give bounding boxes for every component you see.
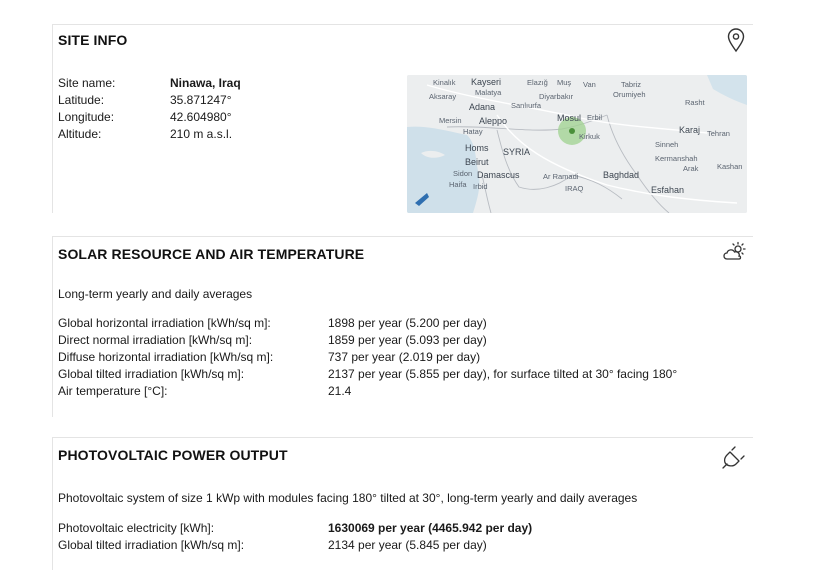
map-label-adana: Adana xyxy=(469,102,495,112)
map-label-mus: Muş xyxy=(557,78,571,87)
pv-output-section: PHOTOVOLTAIC POWER OUTPUT Photovoltaic s… xyxy=(52,437,753,570)
map-label-sanliurfa: Sanlıurfa xyxy=(511,101,542,110)
map-label-kirkuk: Kirkuk xyxy=(579,132,600,141)
map-label-aleppo: Aleppo xyxy=(479,116,507,126)
map-label-kinalik: Kinalık xyxy=(433,78,456,87)
map-label-haifa: Haifa xyxy=(449,180,467,189)
altitude-value: 210 m a.s.l. xyxy=(170,127,233,141)
site-info-title: SITE INFO xyxy=(58,32,128,48)
dni-value: 1859 per year (5.093 per day) xyxy=(328,333,487,347)
latitude-value: 35.871247° xyxy=(170,93,232,107)
altitude-label: Altitude: xyxy=(58,127,102,141)
longitude-label: Longitude: xyxy=(58,110,115,124)
longitude-value: 42.604980° xyxy=(170,110,232,124)
location-pin-icon xyxy=(725,27,747,58)
dif-value: 737 per year (2.019 per day) xyxy=(328,350,481,364)
latitude-label: Latitude: xyxy=(58,93,105,107)
solar-resource-section: SOLAR RESOURCE AND AIR TEMPERATURE Long-… xyxy=(52,236,753,417)
pv-subtitle: Photovoltaic system of size 1 kWp with m… xyxy=(58,491,638,505)
map-label-irbid: Irbid xyxy=(473,182,488,191)
site-name-label: Site name: xyxy=(58,76,116,90)
ghi-label: Global horizontal irradiation [kWh/sq m]… xyxy=(58,316,271,330)
map-label-iraq: IRAQ xyxy=(565,184,584,193)
gti-label: Global tilted irradiation [kWh/sq m]: xyxy=(58,367,245,381)
map-label-sinneh: Sinneh xyxy=(655,140,678,149)
map-label-kashan: Kashan xyxy=(717,162,742,171)
pv-output-title: PHOTOVOLTAIC POWER OUTPUT xyxy=(58,447,288,463)
solar-subtitle: Long-term yearly and daily averages xyxy=(58,287,253,301)
map-label-mosul: Mosul xyxy=(557,113,581,123)
map-label-beirut: Beirut xyxy=(465,157,489,167)
pv-electricity-label: Photovoltaic electricity [kWh]: xyxy=(58,521,215,535)
map-label-esfahan: Esfahan xyxy=(651,185,684,195)
map-label-erbil: Erbil xyxy=(587,113,602,122)
map-label-homs: Homs xyxy=(465,143,489,153)
pv-gti-value: 2134 per year (5.845 per day) xyxy=(328,538,487,552)
map-label-syria: SYRIA xyxy=(503,147,530,157)
dif-label: Diffuse horizontal irradiation [kWh/sq m… xyxy=(58,350,274,364)
map-label-diyarbakir: Diyarbakır xyxy=(539,92,574,101)
map-label-damascus: Damascus xyxy=(477,170,520,180)
solar-resource-title: SOLAR RESOURCE AND AIR TEMPERATURE xyxy=(58,246,365,262)
map-label-tehran: Tehran xyxy=(707,129,730,138)
map-label-ramadi: Ar Ramadi xyxy=(543,172,579,181)
map-label-aksaray: Aksaray xyxy=(429,92,456,101)
site-name-value: Ninawa, Iraq xyxy=(170,76,241,90)
map-label-tabriz: Tabriz xyxy=(621,80,641,89)
map-label-sidon: Sidon xyxy=(453,169,472,178)
pv-gti-label: Global tilted irradiation [kWh/sq m]: xyxy=(58,538,245,552)
map-label-van: Van xyxy=(583,80,596,89)
map-label-arak: Arak xyxy=(683,164,699,173)
map-label-rasht: Rasht xyxy=(685,98,706,107)
map-label-mersin: Mersin xyxy=(439,116,462,125)
plug-icon xyxy=(721,444,747,475)
map-label-urumiyeh: Orumiyeh xyxy=(613,90,646,99)
site-info-section: SITE INFO Site name: Ninawa, Iraq Latitu… xyxy=(52,24,753,213)
map-label-baghdad: Baghdad xyxy=(603,170,639,180)
ghi-value: 1898 per year (5.200 per day) xyxy=(328,316,487,330)
temp-value: 21.4 xyxy=(328,384,352,398)
gti-value: 2137 per year (5.855 per day), for surfa… xyxy=(328,367,678,381)
sun-cloud-icon xyxy=(721,241,747,270)
dni-label: Direct normal irradiation [kWh/sq m]: xyxy=(58,333,253,347)
temp-label: Air temperature [°C]: xyxy=(58,384,168,398)
map-label-kayseri: Kayseri xyxy=(471,77,501,87)
map-label-malatya: Malatya xyxy=(475,88,502,97)
map-label-hatay: Hatay xyxy=(463,127,483,136)
map-label-kermanshah: Kermanshah xyxy=(655,154,698,163)
report-page: SITE INFO Site name: Ninawa, Iraq Latitu… xyxy=(38,12,777,583)
pv-electricity-value: 1630069 per year (4465.942 per day) xyxy=(328,521,533,535)
map-label-karaj: Karaj xyxy=(679,125,700,135)
map-label-elazig: Elazığ xyxy=(527,78,548,87)
site-location-map[interactable]: Kinalık Kayseri Elazığ Muş Van Tabriz Ak… xyxy=(407,75,747,213)
